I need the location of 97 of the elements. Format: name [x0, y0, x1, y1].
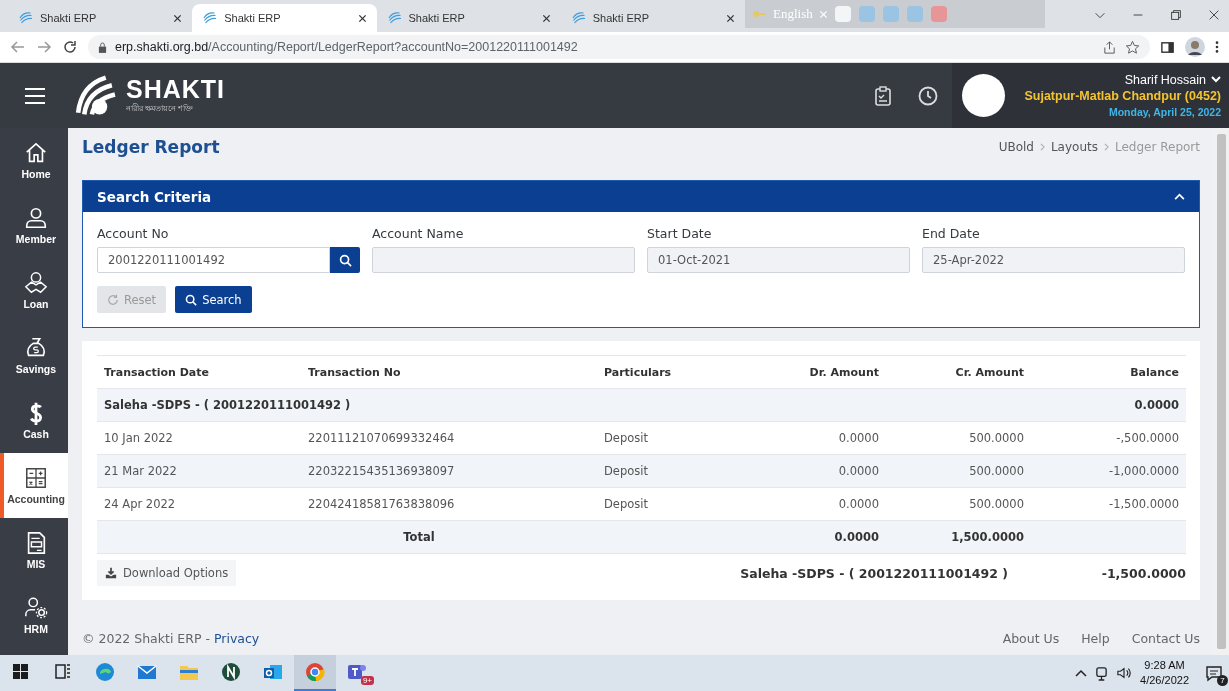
tab-logo-icon — [386, 11, 403, 25]
current-date: Monday, April 25, 2022 — [1107, 105, 1221, 120]
browser-tab[interactable]: Shakti ERP — [376, 4, 561, 32]
card-title: Search Criteria — [97, 188, 212, 205]
time-text: 9:28 AM — [1143, 658, 1186, 673]
search-button[interactable] — [330, 247, 360, 273]
star-icon[interactable] — [1125, 39, 1140, 55]
notification-badge: 9+ — [360, 676, 374, 685]
collapse-icon[interactable] — [1174, 193, 1185, 200]
menu-icon[interactable] — [24, 86, 46, 105]
privacy-link[interactable]: Privacy — [213, 630, 260, 646]
taskbar-app[interactable]: 9+ — [336, 655, 378, 691]
table-cell: -1,000.0000 — [1031, 455, 1186, 488]
field-label: Start Date — [647, 226, 713, 241]
avatar — [962, 74, 1005, 117]
breadcrumb-link[interactable]: UBold — [998, 140, 1034, 154]
chevron-icon — [1039, 143, 1045, 151]
sidebar-item[interactable]: HRM — [0, 583, 68, 648]
tab-logo-icon — [570, 11, 587, 25]
reload-icon[interactable] — [62, 39, 78, 55]
input-field[interactable]: 2001220111001492 — [97, 247, 330, 273]
forward-icon[interactable] — [36, 39, 52, 55]
brand-name: SHAKTI — [126, 76, 226, 102]
copyright-text: © 2022 Shakti ERP - Privacy — [82, 630, 260, 646]
tab-logo-icon — [202, 11, 219, 25]
sidebar-item[interactable]: Loan — [0, 258, 68, 323]
branch-name: Sujatpur-Matlab Chandpur (0452) — [1023, 88, 1221, 106]
lock-icon — [98, 41, 107, 53]
reload-icon — [107, 293, 119, 306]
summary-balance: -1,500.0000 — [1100, 565, 1186, 581]
avatar-icon[interactable] — [1185, 37, 1205, 57]
person-gear-icon — [24, 596, 48, 620]
sidepanel-icon[interactable] — [1160, 39, 1175, 55]
back-icon[interactable] — [10, 39, 26, 55]
address-bar[interactable]: erp.shakti.org.bd/Accounting/Report/LedgerReport?accountNo=2001220111001492 — [88, 35, 1150, 59]
total-label: Total — [97, 521, 741, 554]
footer-link[interactable]: Help — [1081, 630, 1110, 646]
url-text: erp.shakti.org.bd/Accounting/Report/LedgerReport?accountNo=2001220111001492 — [115, 40, 578, 54]
close-icon[interactable] — [726, 13, 735, 23]
table-cell: 500.0000 — [886, 455, 1031, 488]
home-icon — [24, 141, 48, 165]
person-icon — [24, 206, 48, 230]
chrome-icon — [304, 661, 326, 683]
chevron-icon — [1104, 143, 1109, 151]
calculator-icon — [24, 466, 48, 490]
sidebar-item[interactable]: Home — [0, 128, 68, 193]
user-name: Sharif Hossain — [1124, 71, 1206, 89]
table-cell: Deposit — [597, 455, 741, 488]
breadcrumb-link[interactable]: Layouts — [1050, 140, 1098, 154]
sidebar-item[interactable]: Member — [0, 193, 68, 258]
clipboard-icon[interactable] — [874, 85, 892, 106]
sidebar-item[interactable]: Accounting — [0, 453, 68, 518]
restore-icon[interactable] — [1169, 8, 1183, 22]
browser-tab[interactable]: Shakti ERP — [560, 4, 745, 32]
table-cell: 21 Mar 2022 — [97, 455, 301, 488]
close-icon[interactable] — [357, 13, 367, 23]
table-cell: 1,500.0000 — [886, 521, 1031, 554]
clock-icon[interactable] — [918, 85, 938, 106]
table-cell: 0.0000 — [741, 455, 886, 488]
share-icon[interactable] — [1102, 39, 1117, 55]
field-label: End Date — [922, 226, 981, 241]
footer-link[interactable]: Contact Us — [1131, 630, 1200, 646]
browser-icon — [94, 661, 116, 683]
date-text: 4/26/2022 — [1140, 673, 1189, 688]
summary-account: Saleha -SDPS - ( 2001220111001492 ) — [740, 565, 1008, 581]
field-label: Account Name — [372, 226, 465, 241]
close-icon[interactable] — [541, 13, 551, 23]
sidebar-item[interactable]: Savings — [0, 323, 68, 388]
brand-tagline: নারীর ক্ষমতায়নে শক্তি — [126, 102, 195, 115]
group-label: Saleha -SDPS - ( 2001220111001492 ) — [97, 389, 1031, 422]
table-cell: 0.0000 — [1031, 389, 1186, 422]
close-icon[interactable] — [1207, 8, 1221, 22]
network-icon[interactable] — [1095, 665, 1109, 681]
search-icon — [185, 293, 198, 306]
browser-tab[interactable]: Shakti ERP — [8, 4, 193, 32]
notification-icon[interactable] — [1205, 664, 1223, 682]
more-icon[interactable] — [1215, 40, 1219, 54]
page-title: Ledger Report — [82, 137, 220, 157]
sidebar-item[interactable]: Cash — [0, 388, 68, 453]
field-label: Account No — [97, 226, 170, 241]
user-panel[interactable]: Sharif Hossain Sujatpur-Matlab Chandpur (0452) Monday, April 25, 2022 — [952, 63, 1229, 128]
chevron-icon[interactable] — [1075, 669, 1088, 677]
clock[interactable]: 9:28 AM 4/26/2022 — [1140, 658, 1189, 688]
footer-link[interactable]: About Us — [1002, 630, 1060, 646]
table-cell: 0.0000 — [741, 521, 886, 554]
table-cell: 22032215435136938097 — [301, 455, 597, 488]
n-circle-icon — [220, 661, 242, 683]
browser-tab[interactable]: Shakti ERP — [192, 4, 377, 32]
notification-count: 7 — [1217, 675, 1228, 686]
search-icon — [338, 253, 352, 267]
tab-logo-icon — [18, 11, 34, 25]
close-icon[interactable] — [173, 13, 183, 23]
speaker-icon[interactable] — [1116, 666, 1133, 680]
download-icon — [105, 567, 117, 579]
search-button[interactable]: Search — [175, 286, 252, 313]
sidebar-item[interactable]: MIS — [0, 518, 68, 583]
download-button[interactable]: Download Options — [97, 560, 237, 586]
